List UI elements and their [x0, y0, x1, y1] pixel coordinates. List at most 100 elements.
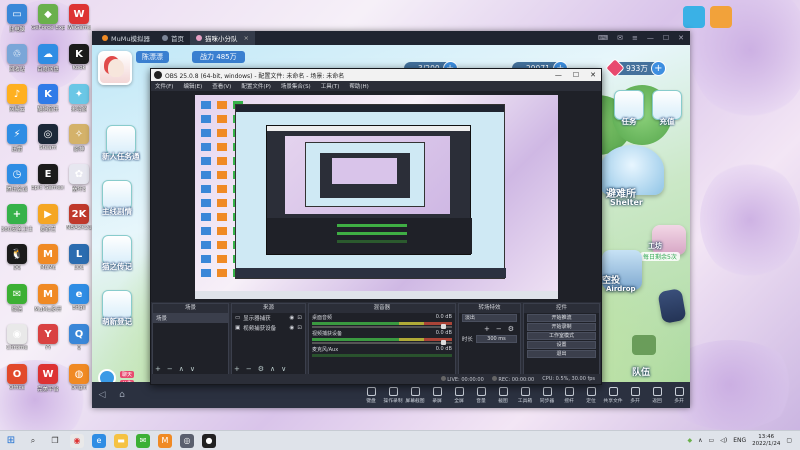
menu-item[interactable]: 文件(F) — [155, 82, 173, 90]
start-recording-button[interactable]: 开始录制 — [527, 323, 596, 331]
menu-item[interactable]: 帮助(H) — [349, 82, 368, 90]
add-icon[interactable]: + — [484, 325, 490, 333]
desktop-icon[interactable]: W WeGame — [64, 4, 94, 31]
down-icon[interactable]: ∨ — [190, 365, 195, 373]
studio-mode-button[interactable]: 工作室模式 — [527, 332, 596, 340]
desktop-icon[interactable]: K Kook — [64, 44, 94, 71]
desktop-icon[interactable]: ⚡ 迅雷 — [2, 124, 32, 153]
windows-start-icon[interactable]: ⊞ — [4, 434, 18, 448]
desktop-icon[interactable]: +360安全卫士 — [1, 204, 33, 233]
notification-icon[interactable]: ▢ — [786, 437, 792, 444]
toolbar-tool[interactable]: 摇杆 — [558, 386, 580, 404]
newbie-register-button[interactable]: 萌新登记 — [102, 290, 132, 327]
desktop-icon-top-right-2[interactable] — [710, 6, 732, 28]
desktop-icon[interactable]: 🐧 QQ — [2, 244, 32, 271]
desktop-icon[interactable]: ☁ 百度网盘 — [33, 44, 63, 73]
desktop-icon[interactable]: ▶ 爱奇艺 — [33, 204, 63, 233]
network-icon[interactable]: ▭ — [709, 437, 715, 444]
lock-icon[interactable]: ⊡ — [297, 315, 302, 321]
desktop-icon-top-right-1[interactable] — [683, 6, 705, 28]
eye-icon[interactable]: ◉ — [290, 315, 295, 321]
desktop-icon[interactable]: ✉ 微信 — [2, 284, 32, 313]
menu-item[interactable]: 配置文件(P) — [241, 82, 271, 90]
tab-mumu[interactable]: MuMu模拟器 — [96, 31, 156, 45]
desktop-icon[interactable]: K 酷狗音乐 — [33, 84, 63, 113]
cat-biography-button[interactable]: 猫之传记 — [102, 235, 132, 272]
up-icon[interactable]: ∧ — [179, 365, 184, 373]
desktop-icon[interactable]: ▭ 此电脑 — [2, 4, 32, 33]
close-tab-icon[interactable]: × — [243, 34, 248, 42]
remove-icon[interactable]: − — [167, 365, 173, 373]
toolbar-tool[interactable]: 同步器 — [536, 386, 558, 404]
steam-taskbar-icon[interactable]: ◎ — [180, 433, 194, 448]
task-button[interactable]: 任务 — [614, 90, 644, 127]
gear-icon[interactable]: ⚙ — [508, 325, 514, 333]
volume-slider[interactable] — [311, 324, 452, 329]
chrome-icon[interactable]: ◉ — [70, 433, 84, 448]
scene-item[interactable]: 场景 — [153, 313, 228, 323]
desktop-icon[interactable]: ◷ 腾讯会议 — [2, 164, 32, 193]
desktop-icon[interactable]: M MuMu — [33, 244, 63, 271]
chevron-up-icon[interactable]: ∧ — [698, 437, 702, 444]
gear-icon[interactable]: ⚙ — [258, 365, 264, 373]
nvidia-icon[interactable]: ◆ — [688, 437, 693, 444]
toolbar-tool[interactable]: 屏幕截图 — [404, 386, 426, 404]
volume-icon[interactable]: ◁) — [720, 437, 727, 444]
source-item[interactable]: ▣ 视频捕获设备 ◉ ⊡ — [232, 323, 305, 333]
desktop-icon[interactable]: 2K NBA2K21 — [64, 204, 94, 231]
start-streaming-button[interactable]: 开始推流 — [527, 314, 596, 322]
menu-icon[interactable]: ≡ — [632, 34, 638, 42]
obs-taskbar-icon[interactable]: ● — [202, 433, 216, 448]
search-icon[interactable]: ⌕ — [26, 434, 40, 448]
edge-icon[interactable]: e — [92, 433, 106, 448]
recharge-button[interactable]: 充值 — [652, 90, 682, 127]
remove-icon[interactable]: − — [246, 365, 252, 373]
desktop-icon[interactable]: L LOL — [64, 244, 94, 271]
desktop-icon[interactable]: ♲ 回收站 — [2, 44, 32, 73]
toolbar-tool[interactable]: 返回 — [646, 386, 668, 404]
preview-canvas[interactable] — [195, 95, 558, 299]
toolbar-tool[interactable]: 音量 — [470, 386, 492, 404]
menu-item[interactable]: 编辑(E) — [183, 82, 202, 90]
player-avatar[interactable] — [98, 51, 132, 85]
toolbar-tool[interactable]: 截图 — [492, 386, 514, 404]
desktop-icon[interactable]: ✧ 原神 — [64, 124, 94, 153]
desktop-icon[interactable]: QQ — [64, 324, 94, 351]
gamepad-icon[interactable]: ⌨ — [598, 34, 608, 42]
desktop-icon[interactable]: e Edge — [64, 284, 94, 311]
minimize-icon[interactable]: — — [555, 71, 562, 79]
add-icon[interactable]: + — [234, 365, 240, 373]
add-icon[interactable]: + — [155, 365, 161, 373]
exit-button[interactable]: 退出 — [527, 350, 596, 358]
minimize-icon[interactable]: — — [647, 34, 654, 42]
language-indicator[interactable]: ENG — [733, 437, 746, 444]
desktop-icon[interactable]: ◍ Origin — [64, 364, 94, 391]
desktop-icon[interactable]: ✿ 崩坏3 — [64, 164, 94, 193]
duration-input[interactable]: 300 ms — [475, 335, 518, 343]
settings-button[interactable]: 设置 — [527, 341, 596, 349]
tab-game[interactable]: 猫咪小分队 × — [189, 31, 255, 45]
desktop-icon[interactable]: ◉ Chrome — [2, 324, 32, 351]
main-story-button[interactable]: 主线剧情 — [102, 180, 132, 217]
desktop-icon[interactable]: M MuMu多开 — [33, 284, 63, 313]
toolbar-tool[interactable]: 录屏 — [426, 386, 448, 404]
home-nav-icon[interactable]: ⌂ — [112, 390, 132, 400]
remove-icon[interactable]: − — [496, 325, 502, 333]
close-icon[interactable]: ✕ — [590, 71, 596, 79]
source-item[interactable]: ▭ 显示器捕获 ◉ ⊡ — [232, 313, 305, 323]
down-icon[interactable]: ∨ — [281, 365, 286, 373]
desktop-icon[interactable]: ♪ 网易云 — [2, 84, 32, 113]
desktop-icon[interactable]: Y YY — [33, 324, 63, 351]
toolbar-tool[interactable]: 工具箱 — [514, 386, 536, 404]
toolbar-tool[interactable]: 键盘 — [360, 386, 382, 404]
add-gem-button[interactable]: + — [650, 61, 666, 76]
transition-select[interactable]: 淡出 — [461, 314, 518, 322]
maximize-icon[interactable]: ☐ — [663, 34, 669, 42]
desktop-icon[interactable]: EEpic Games Launcher — [31, 164, 65, 191]
desktop-icon[interactable]: ✦ 米哈游 — [64, 84, 94, 113]
toolbar-tool[interactable]: 定位 — [580, 386, 602, 404]
desktop-icon[interactable]: O Office — [2, 364, 32, 391]
desktop-icon[interactable]: W 完美平台 — [33, 364, 63, 393]
desktop-icon[interactable]: ◎ Steam — [33, 124, 63, 151]
back-icon[interactable]: ◁ — [92, 390, 112, 400]
